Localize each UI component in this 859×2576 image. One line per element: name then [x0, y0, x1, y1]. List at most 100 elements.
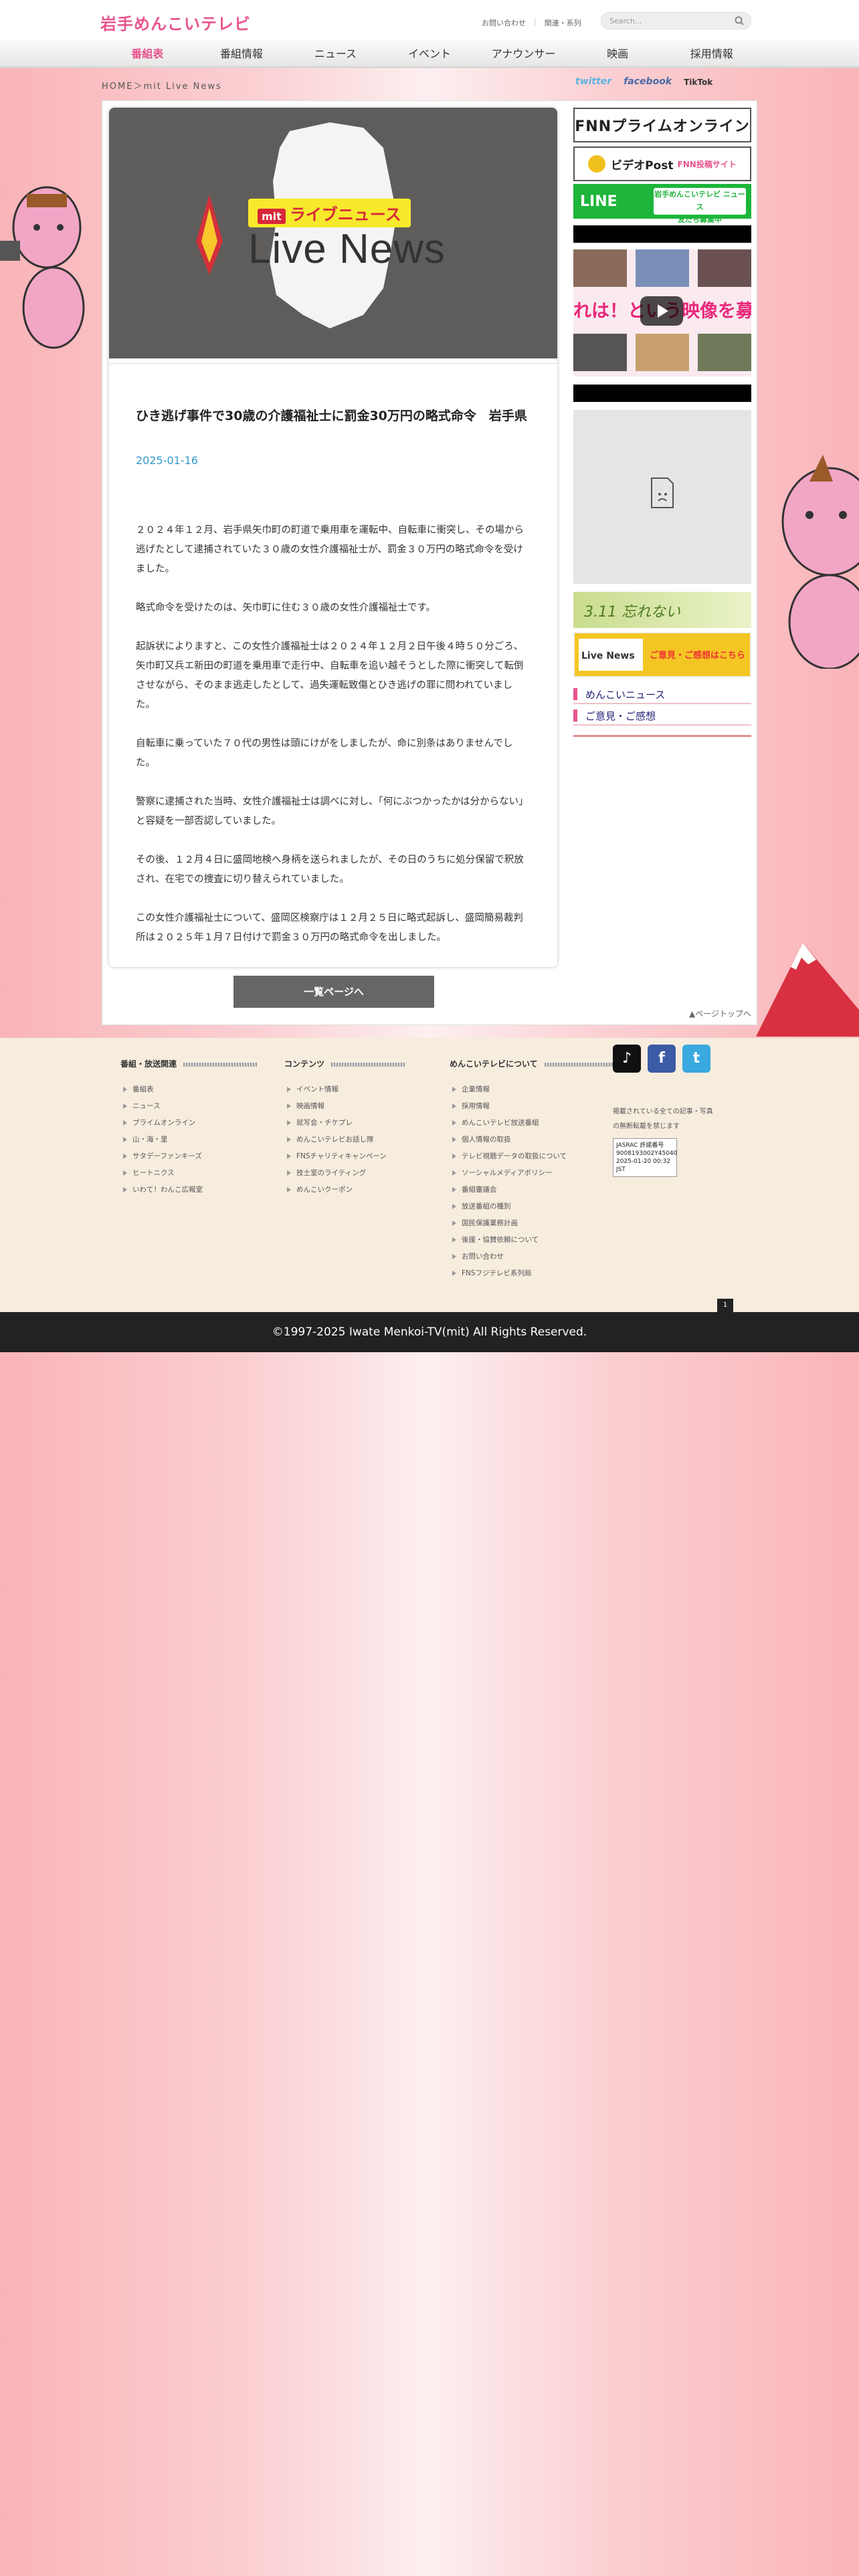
- line-banner[interactable]: LINE 岩手めんこいテレビ ニュース 友だち募集中: [573, 184, 751, 224]
- footer-heading: 番組・放送関連: [120, 1058, 274, 1081]
- main-panel: mit ライブニュース Live News ひき逃げ事件で30歳の介護福祉士に罰金…: [102, 100, 757, 1025]
- video-play-button[interactable]: [640, 296, 683, 326]
- ad-placeholder[interactable]: [573, 410, 751, 584]
- search-input[interactable]: Search...: [601, 12, 751, 29]
- footer-link[interactable]: 就写会・チケプレ: [284, 1115, 438, 1132]
- footer-link[interactable]: FNSチャリティキャンペーン: [284, 1148, 438, 1165]
- site-logo[interactable]: 岩手めんこいテレビ: [100, 11, 251, 34]
- facebook-link[interactable]: facebook: [624, 76, 672, 87]
- divider: [109, 363, 557, 364]
- footer-link[interactable]: 番組審議会: [450, 1182, 603, 1198]
- feedback-label: ご意見・ご感想はこちら: [650, 651, 746, 661]
- article-title: ひき逃げ事件で30歳の介護福祉士に罰金30万円の略式命令 岩手県: [136, 409, 527, 423]
- live-news-badge: mit ライブニュース: [248, 199, 411, 227]
- footer-link[interactable]: 個人情報の取扱: [450, 1132, 603, 1148]
- footer-link[interactable]: 採用情報: [450, 1098, 603, 1115]
- video-thumb: [636, 334, 689, 371]
- nav-item-recruit[interactable]: 採用情報: [664, 40, 759, 68]
- nav-item-movies[interactable]: 映画: [571, 40, 665, 68]
- paragraph: この女性介護福祉士について、盛岡区検察庁は１２月２５日に略式起訴し、盛岡簡易裁判…: [136, 913, 523, 943]
- footer-link[interactable]: 番組表: [120, 1081, 274, 1098]
- tiktok-link[interactable]: TikTok: [684, 76, 712, 87]
- article-card: mit ライブニュース Live News ひき逃げ事件で30歳の介護福祉士に罰金…: [109, 108, 557, 967]
- play-icon: [588, 155, 606, 173]
- video-thumb: [698, 334, 751, 371]
- paragraph: 起訴状によりますと、この女性介護福祉士は２０２４年１２月２日午後４時５０分ごろ、…: [136, 641, 524, 710]
- nav-item-events[interactable]: イベント: [383, 40, 477, 68]
- footer-link[interactable]: 山・海・里: [120, 1132, 274, 1148]
- contact-link[interactable]: お問い合わせ: [482, 17, 526, 28]
- footer-link[interactable]: プライムオンライン: [120, 1115, 274, 1132]
- tiktok-icon[interactable]: ♪: [613, 1045, 641, 1073]
- video-thumb: [573, 249, 627, 287]
- footer-link[interactable]: めんこいテレビお話し隊: [284, 1132, 438, 1148]
- live-news-feedback-banner[interactable]: Live News ご意見・ご感想はこちら: [573, 632, 751, 677]
- badge-mit: mit: [258, 209, 286, 224]
- sidebar-link-feedback[interactable]: ご意見・ご感想: [573, 706, 751, 726]
- paragraph: ２０２４年１２月、岩手県矢巾町の町道で乗用車を運転中、自転車に衝突し、その場から…: [136, 525, 524, 574]
- footer-link[interactable]: 後援・協賛依頼について: [450, 1232, 603, 1249]
- facebook-icon[interactable]: f: [648, 1045, 676, 1073]
- footer-heading: コンテンツ: [284, 1058, 438, 1081]
- hero-title: Live News: [248, 226, 446, 272]
- footer-link[interactable]: いわて！わんこ広報室: [120, 1182, 274, 1198]
- page-number[interactable]: 1: [717, 1299, 733, 1312]
- footer-heading: めんこいテレビについて: [450, 1058, 603, 1081]
- line-sub-2: 岩手めんこいテレビ ニュース: [654, 190, 745, 211]
- black-bar: [573, 385, 751, 402]
- mascot-left-image: [0, 186, 85, 349]
- footer-link[interactable]: 国民保護業務計画: [450, 1215, 603, 1232]
- footer-column-broadcast: 番組・放送関連 番組表 ニュース プライムオンライン 山・海・里 サタデーファン…: [120, 1058, 274, 1198]
- page-top-link[interactable]: ▲ページトップへ: [689, 1008, 751, 1019]
- badge-text: ライブニュース: [289, 205, 401, 224]
- breadcrumb[interactable]: HOME＞mit Live News: [102, 79, 222, 92]
- top-links: お問い合わせ | 関連・系列: [482, 17, 581, 28]
- line-sub-1: 友だち募集中: [678, 215, 722, 224]
- footer-link[interactable]: ニュース: [120, 1098, 274, 1115]
- affiliates-link[interactable]: 関連・系列: [545, 17, 581, 28]
- video-embed[interactable]: れは！という映像を募集中: [573, 249, 751, 377]
- live-news-label: Live News: [579, 639, 643, 671]
- list-page-button[interactable]: 一覧ページへ: [233, 976, 434, 1008]
- footer-link[interactable]: テレビ視聴データの取扱について: [450, 1148, 603, 1165]
- line-label: LINE: [580, 193, 617, 210]
- videopost-banner[interactable]: ビデオPost FNN投稿サイト: [573, 146, 751, 181]
- footer-link[interactable]: めんこいクーポン: [284, 1182, 438, 1198]
- copyright-bar: ©1997-2025 Iwate Menkoi-TV(mit) All Righ…: [0, 1312, 859, 1352]
- search-icon[interactable]: [735, 16, 744, 25]
- 311-banner[interactable]: 3.11 忘れない: [573, 592, 751, 628]
- footer-link[interactable]: FNSフジテレビ系列局: [450, 1265, 603, 1282]
- footer-link[interactable]: イベント情報: [284, 1081, 438, 1098]
- footer-link[interactable]: お問い合わせ: [450, 1249, 603, 1265]
- black-bar: [573, 225, 751, 243]
- copyright-note: 掲載されている全ての記事・写真の無断転載を禁じます: [613, 1108, 713, 1130]
- footer-link[interactable]: 映画情報: [284, 1098, 438, 1115]
- paragraph: 自転車に乗っていた７０代の男性は頭にけがをしましたが、命に別条はありませんでした…: [136, 738, 513, 768]
- videopost-label: ビデオPost: [611, 158, 674, 173]
- nav-item-news[interactable]: ニュース: [288, 40, 383, 68]
- article-body: ２０２４年１２月、岩手県矢巾町の町道で乗用車を運転中、自転車に衝突し、その場から…: [136, 521, 531, 967]
- nav-item-schedule[interactable]: 番組表: [100, 40, 195, 68]
- footer-link[interactable]: 企業情報: [450, 1081, 603, 1098]
- footer-link[interactable]: 技士室のライティング: [284, 1165, 438, 1182]
- twitter-icon[interactable]: t: [682, 1045, 710, 1073]
- footer-link[interactable]: めんこいテレビ放送番組: [450, 1115, 603, 1132]
- link-separator: |: [534, 17, 537, 26]
- footer: 番組・放送関連 番組表 ニュース プライムオンライン 山・海・里 サタデーファン…: [0, 1038, 859, 1312]
- twitter-link[interactable]: twitter: [575, 76, 611, 87]
- footer-link[interactable]: サタデーファンキーズ: [120, 1148, 274, 1165]
- top-bar: 岩手めんこいテレビ お問い合わせ | 関連・系列 Search...: [0, 0, 859, 40]
- social-links-top: twitter facebook TikTok: [575, 76, 712, 87]
- videopost-sub: FNN投稿サイト: [677, 159, 737, 169]
- search-placeholder: Search...: [609, 17, 642, 25]
- footer-link[interactable]: ソーシャルメディアポリシー: [450, 1165, 603, 1182]
- paragraph: 警察に逮捕された当時、女性介護福祉士は調べに対し、「何にぶつかったかは分からない…: [136, 796, 529, 827]
- footer-link[interactable]: 放送番組の種別: [450, 1198, 603, 1215]
- nav-item-announcers[interactable]: アナウンサー: [476, 40, 571, 68]
- footer-link[interactable]: ヒートニクス: [120, 1165, 274, 1182]
- fnn-banner[interactable]: FNNプライムオンライン: [573, 108, 751, 142]
- footer-column-contents: コンテンツ イベント情報 映画情報 就写会・チケプレ めんこいテレビお話し隊 F…: [284, 1058, 438, 1198]
- mountain-image: [756, 943, 859, 1037]
- sidebar-link-menkoi-news[interactable]: めんこいニュース: [573, 684, 751, 704]
- nav-item-programs[interactable]: 番組情報: [195, 40, 289, 68]
